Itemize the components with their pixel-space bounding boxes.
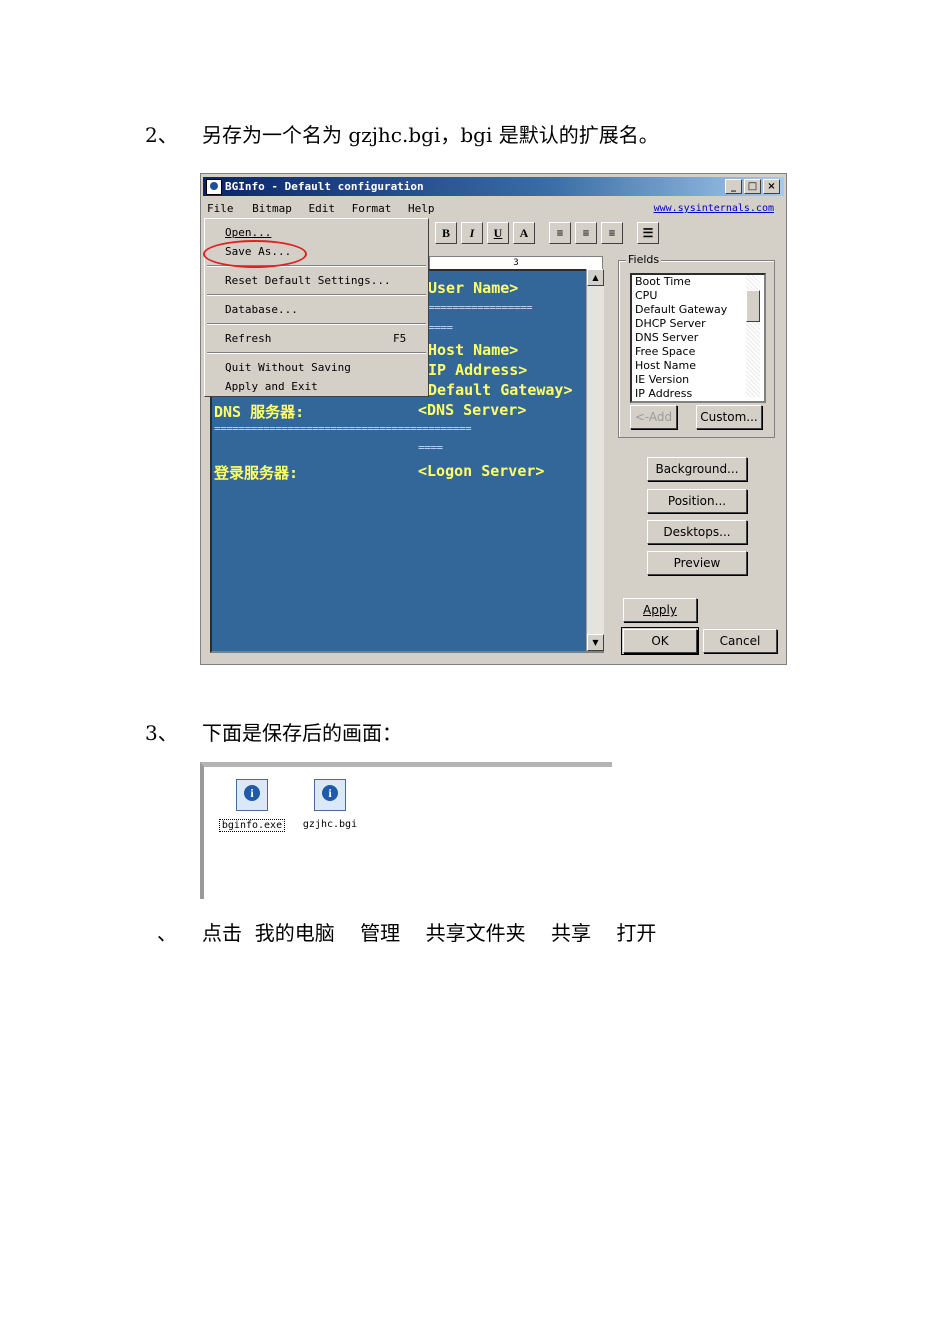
saved-files-screenshot: i bginfo.exe i gzjhc.bgi [200,762,612,899]
list-item[interactable]: DNS Server [632,331,764,345]
menu-edit[interactable]: Edit [309,202,336,215]
list-item[interactable]: IP Address [632,387,764,401]
scroll-down-arrow-icon[interactable]: ▼ [587,634,604,651]
menu-shortcut-refresh: F5 [393,332,407,345]
ruler-mark: 3 [513,258,519,268]
background-button[interactable]: Background... [647,457,747,481]
file-item-gzjhc-bgi[interactable]: i gzjhc.bgi [290,779,370,830]
menu-item-refresh[interactable]: Refresh [225,332,271,345]
editor-user-name: User Name> [428,279,519,297]
list-item[interactable]: DHCP Server [632,317,764,331]
sysinternals-link[interactable]: www.sysinternals.com [654,200,774,218]
menu-separator [207,294,426,296]
menu-item-quit-without-saving[interactable]: Quit Without Saving [225,361,351,374]
ok-button[interactable]: OK [621,627,699,655]
align-right-button[interactable]: ≡ [601,222,623,244]
bold-button[interactable]: B [435,222,457,244]
editor-host-name: Host Name> [428,341,519,359]
font-button[interactable]: A [513,222,535,244]
underline-button[interactable]: U [487,222,509,244]
editor-dns-value: <DNS Server> [418,401,527,419]
list-item[interactable]: IE Version [632,373,764,387]
menu-file[interactable]: File [205,202,236,215]
editor-separator: ================= [428,301,533,314]
menu-item-apply-and-exit[interactable]: Apply and Exit [225,380,318,393]
align-center-button[interactable]: ≡ [575,222,597,244]
menu-item-reset-default-settings[interactable]: Reset Default Settings... [225,274,391,287]
editor-scrollbar[interactable]: ▲ ▼ [586,269,604,651]
editor-logon-label: 登录服务器: [214,464,299,482]
bginfo-icon: i [314,779,346,811]
menu-bitmap[interactable]: Bitmap [252,202,292,215]
list-item[interactable]: Free Space [632,345,764,359]
list-item[interactable]: Host Name [632,359,764,373]
title-bar: BGInfo - Default configuration _ □ × [203,177,784,196]
fields-scrollbar[interactable] [746,275,760,397]
italic-button[interactable]: I [461,222,483,244]
highlight-circle [203,240,307,268]
menu-bar: File Bitmap Edit Format Help www.sysinte… [205,200,782,218]
step-text: 另存为一个名为 gzjhc.bgi，bgi 是默认的扩展名。 [202,123,659,147]
format-toolbar: B I U A ≡ ≡ ≡ ☰ [435,222,659,244]
menu-item-database[interactable]: Database... [225,303,298,316]
close-button[interactable]: × [763,179,780,194]
editor-separator: ==== [418,441,443,454]
editor-dns-label: DNS 服务器: [214,403,305,421]
menu-separator [207,323,426,325]
ruler: 3 [429,256,603,270]
step-number: 3、 [145,721,178,745]
file-menu-dropdown: Open... Save As... Reset Default Setting… [203,218,429,397]
step-text: 点击 我的电脑 管理 共享文件夹 共享 打开 [202,921,657,945]
position-button[interactable]: Position... [647,489,747,513]
step-text: 下面是保存后的画面： [202,721,402,745]
bginfo-screenshot: BGInfo - Default configuration _ □ × Fil… [200,173,787,665]
cancel-button[interactable]: Cancel [703,629,777,653]
file-item-bginfo-exe[interactable]: i bginfo.exe [212,779,292,832]
list-item[interactable]: Default Gateway [632,303,764,317]
apply-button[interactable]: Apply [623,598,697,622]
custom-button[interactable]: Custom... [696,405,762,429]
editor-separator: ========================================… [214,422,472,435]
bullets-button[interactable]: ☰ [637,222,659,244]
bginfo-app-icon [206,179,222,195]
editor-ip-address: IP Address> [428,361,528,379]
menu-item-open[interactable]: Open... [225,226,271,239]
file-name: bginfo.exe [218,819,286,832]
window-title: BGInfo - Default configuration [225,180,424,193]
editor-logon-value: <Logon Server> [418,462,545,480]
bginfo-icon: i [236,779,268,811]
scroll-thumb[interactable] [746,290,760,322]
desktops-button[interactable]: Desktops... [647,520,747,544]
editor-separator: ==== [428,321,453,334]
menu-help[interactable]: Help [408,202,435,215]
preview-button[interactable]: Preview [647,551,747,575]
step-number: 2、 [145,123,178,147]
scroll-up-arrow-icon[interactable]: ▲ [587,269,604,286]
align-left-button[interactable]: ≡ [549,222,571,244]
add-button[interactable]: <-Add [630,405,677,429]
list-item[interactable]: CPU [632,289,764,303]
list-item[interactable]: Boot Time [632,275,764,289]
editor-default-gateway: Default Gateway> [428,381,573,399]
minimize-button[interactable]: _ [725,179,742,194]
step-number: 、 [157,921,177,945]
maximize-button[interactable]: □ [744,179,761,194]
menu-format[interactable]: Format [352,202,392,215]
menu-separator [207,352,426,354]
file-name: gzjhc.bgi [302,819,358,830]
fields-label: Fields [626,253,662,266]
